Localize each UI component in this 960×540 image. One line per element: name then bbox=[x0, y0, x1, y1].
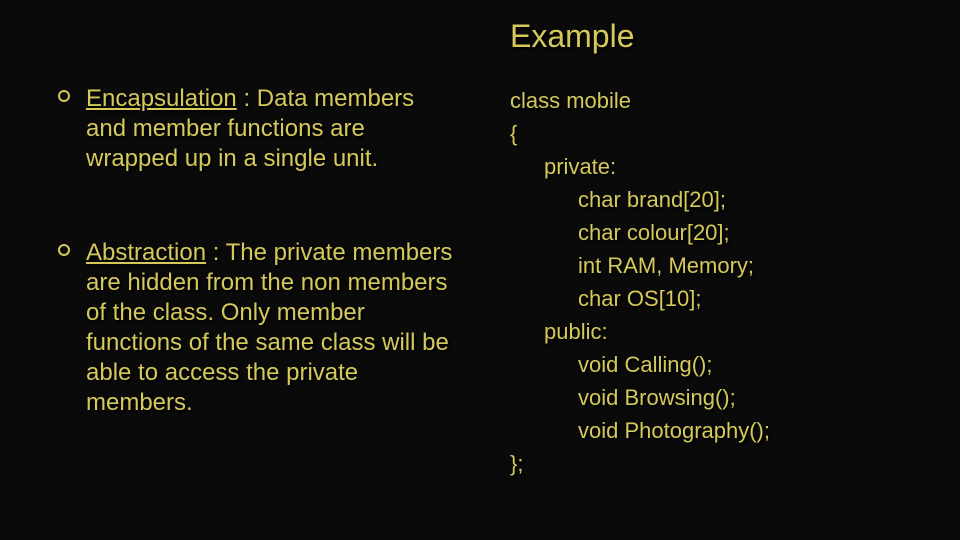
bullet-ring-icon bbox=[58, 90, 70, 102]
code-line: }; bbox=[510, 447, 920, 480]
code-line: char brand[20]; bbox=[510, 183, 920, 216]
code-block: class mobile { private: char brand[20]; … bbox=[510, 84, 920, 480]
term-encapsulation: Encapsulation bbox=[86, 85, 237, 112]
left-column: Encapsulation : Data members and member … bbox=[86, 84, 456, 482]
code-line: { bbox=[510, 117, 920, 150]
bullet-encapsulation: Encapsulation : Data members and member … bbox=[86, 84, 456, 174]
code-line: int RAM, Memory; bbox=[510, 249, 920, 282]
slide-title: Example bbox=[510, 18, 635, 55]
bullet-abstraction: Abstraction : The private members are hi… bbox=[86, 238, 456, 418]
code-line: class mobile bbox=[510, 84, 920, 117]
bullet-ring-icon bbox=[58, 244, 70, 256]
code-line: char OS[10]; bbox=[510, 282, 920, 315]
code-line: public: bbox=[510, 315, 920, 348]
slide: Example Encapsulation : Data members and… bbox=[0, 0, 960, 540]
code-line: void Photography(); bbox=[510, 414, 920, 447]
code-line: void Browsing(); bbox=[510, 381, 920, 414]
code-line: char colour[20]; bbox=[510, 216, 920, 249]
code-line: void Calling(); bbox=[510, 348, 920, 381]
term-abstraction: Abstraction bbox=[86, 239, 206, 266]
code-line: private: bbox=[510, 150, 920, 183]
